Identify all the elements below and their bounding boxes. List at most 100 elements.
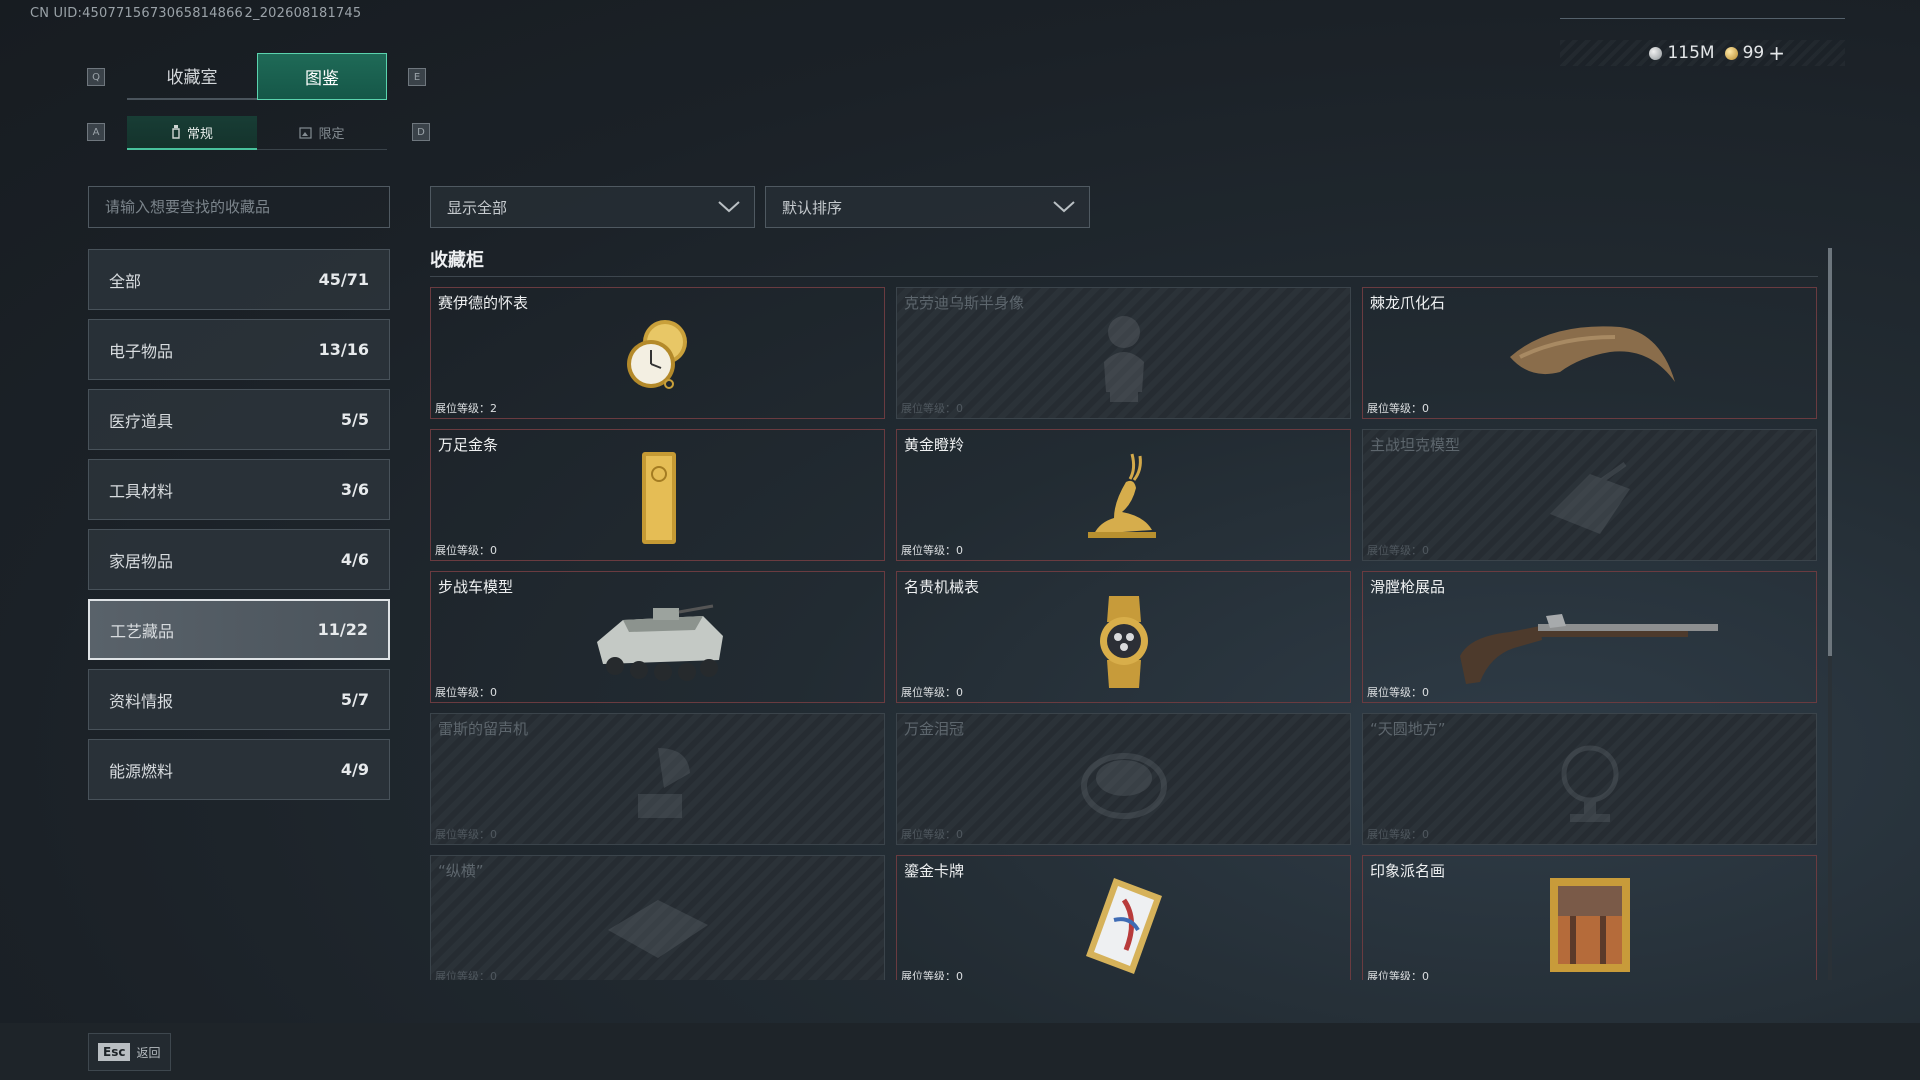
gold-amount: 99 bbox=[1742, 43, 1765, 63]
collection-card[interactable]: 棘龙爪化石 展位等级：0 bbox=[1362, 287, 1817, 419]
esc-key: Esc bbox=[98, 1043, 131, 1061]
level-label: 展位等级： bbox=[1367, 544, 1422, 557]
silver-coin-icon bbox=[1649, 46, 1663, 60]
search-input[interactable] bbox=[88, 186, 390, 228]
tab-codex[interactable]: 图鉴 bbox=[257, 53, 387, 100]
crown-icon bbox=[1080, 753, 1167, 819]
show-filter-dropdown[interactable]: 显示全部 bbox=[430, 186, 755, 228]
collection-card[interactable]: 万足金条 展位等级：0 bbox=[430, 429, 885, 561]
collection-card[interactable]: 印象派名画 展位等级：0 bbox=[1362, 855, 1817, 980]
item-name: 雷斯的留声机 bbox=[438, 720, 529, 738]
category-tools[interactable]: 工具材料 3/6 bbox=[88, 459, 390, 520]
subtab-limited[interactable]: 限定 bbox=[257, 116, 387, 150]
level-label: 展位等级： bbox=[435, 544, 490, 557]
category-count: 13/16 bbox=[318, 340, 369, 359]
tab-left-key[interactable]: Q bbox=[87, 68, 105, 86]
gazelle-icon bbox=[1087, 453, 1156, 538]
collection-card[interactable]: 雷斯的留声机 展位等级：0 bbox=[430, 713, 885, 845]
gold-coin-icon bbox=[1724, 46, 1738, 60]
category-name: 能源燃料 bbox=[109, 761, 174, 781]
collection-card[interactable]: 赛伊德的怀表 展位等级：2 bbox=[430, 287, 885, 419]
item-level: 展位等级：0 bbox=[901, 968, 963, 980]
subtab-left-key[interactable]: A bbox=[87, 123, 105, 141]
item-level: 展位等级：0 bbox=[901, 400, 963, 416]
level-label: 展位等级： bbox=[435, 402, 490, 415]
gold-currency: 99 + bbox=[1724, 41, 1785, 65]
item-name: 滑膛枪展品 bbox=[1370, 578, 1446, 596]
claw-fossil-icon bbox=[1509, 326, 1675, 382]
level-label: 展位等级： bbox=[901, 686, 956, 699]
tank-model-icon bbox=[1549, 461, 1630, 534]
bust-icon bbox=[1103, 316, 1144, 402]
category-household[interactable]: 家居物品 4/6 bbox=[88, 529, 390, 590]
silver-currency: 115M bbox=[1649, 43, 1715, 63]
chessboard-icon bbox=[607, 900, 708, 958]
collection-card[interactable]: 名贵机械表 展位等级：0 bbox=[896, 571, 1351, 703]
add-currency-button[interactable]: + bbox=[1768, 41, 1785, 65]
level-label: 展位等级： bbox=[901, 544, 956, 557]
item-level: 展位等级：0 bbox=[1367, 400, 1429, 416]
sort-dropdown[interactable]: 默认排序 bbox=[765, 186, 1090, 228]
pocket-watch-icon bbox=[626, 320, 687, 389]
show-filter-value: 显示全部 bbox=[447, 198, 508, 217]
subtab-regular-label: 常规 bbox=[186, 126, 213, 142]
level-value: 0 bbox=[956, 544, 963, 557]
collection-card[interactable]: 主战坦克模型 展位等级：0 bbox=[1362, 429, 1817, 561]
level-label: 展位等级： bbox=[1367, 828, 1422, 841]
tab-collection-room[interactable]: 收藏室 bbox=[127, 53, 257, 100]
collection-card[interactable]: “天圆地方” 展位等级：0 bbox=[1362, 713, 1817, 845]
chevron-down-icon bbox=[718, 201, 740, 213]
item-level: 展位等级：2 bbox=[435, 400, 497, 416]
level-value: 2 bbox=[490, 402, 497, 415]
category-count: 45/71 bbox=[318, 270, 369, 289]
category-count: 3/6 bbox=[340, 480, 369, 499]
category-energy[interactable]: 能源燃料 4/9 bbox=[88, 739, 390, 800]
bottle-icon bbox=[172, 125, 180, 139]
collection-card[interactable]: “纵横” 展位等级：0 bbox=[430, 855, 885, 980]
collection-card[interactable]: 步战车模型 展位等级：0 bbox=[430, 571, 885, 703]
collection-card[interactable]: 黄金瞪羚 展位等级：0 bbox=[896, 429, 1351, 561]
level-label: 展位等级： bbox=[1367, 402, 1422, 415]
back-label: 返回 bbox=[136, 1045, 161, 1060]
category-crafts[interactable]: 工艺藏品 11/22 bbox=[88, 599, 390, 660]
subtab-limited-label: 限定 bbox=[318, 127, 345, 142]
level-value: 0 bbox=[956, 686, 963, 699]
grid-scrollbar[interactable] bbox=[1828, 248, 1832, 980]
category-electronics[interactable]: 电子物品 13/16 bbox=[88, 319, 390, 380]
subtab-right-key[interactable]: D bbox=[412, 123, 430, 141]
collection-card[interactable]: 万金泪冠 展位等级：0 bbox=[896, 713, 1351, 845]
subtab-regular[interactable]: 常规 bbox=[127, 116, 257, 150]
category-name: 电子物品 bbox=[109, 341, 174, 361]
level-value: 0 bbox=[490, 686, 497, 699]
sort-value: 默认排序 bbox=[782, 198, 843, 217]
item-name: 棘龙爪化石 bbox=[1370, 294, 1446, 312]
category-intel[interactable]: 资料情报 5/7 bbox=[88, 669, 390, 730]
category-count: 4/9 bbox=[340, 760, 369, 779]
collection-card[interactable]: 克劳迪乌斯半身像 展位等级：0 bbox=[896, 287, 1351, 419]
scrollbar-thumb[interactable] bbox=[1828, 248, 1832, 656]
item-level: 展位等级：0 bbox=[435, 684, 497, 700]
level-label: 展位等级： bbox=[901, 828, 956, 841]
section-title: 收藏柜 bbox=[430, 250, 484, 271]
category-medical[interactable]: 医疗道具 5/5 bbox=[88, 389, 390, 450]
item-name: “纵横” bbox=[438, 862, 484, 880]
category-all[interactable]: 全部 45/71 bbox=[88, 249, 390, 310]
level-label: 展位等级： bbox=[901, 402, 956, 415]
painting-icon bbox=[1549, 878, 1630, 972]
sub-tabs: 常规 限定 bbox=[127, 116, 387, 150]
level-value: 0 bbox=[490, 828, 497, 841]
level-value: 0 bbox=[956, 970, 963, 980]
collection-card[interactable]: 滑膛枪展品 展位等级：0 bbox=[1362, 571, 1817, 703]
gilded-card-icon bbox=[1085, 878, 1162, 974]
back-button[interactable]: Esc 返回 bbox=[88, 1033, 171, 1071]
category-count: 5/5 bbox=[340, 410, 369, 429]
collection-card[interactable]: 鎏金卡牌 展位等级：0 bbox=[896, 855, 1351, 980]
category-name: 家居物品 bbox=[109, 551, 174, 571]
item-level: 展位等级：0 bbox=[1367, 542, 1429, 558]
musket-icon bbox=[1459, 614, 1718, 684]
item-level: 展位等级：0 bbox=[901, 684, 963, 700]
tab-right-key[interactable]: E bbox=[408, 68, 426, 86]
category-list: 全部 45/71 电子物品 13/16 医疗道具 5/5 工具材料 3/6 家居物品 4/… bbox=[88, 249, 390, 809]
category-count: 11/22 bbox=[317, 620, 368, 639]
top-tabs: 收藏室 图鉴 bbox=[127, 53, 387, 100]
